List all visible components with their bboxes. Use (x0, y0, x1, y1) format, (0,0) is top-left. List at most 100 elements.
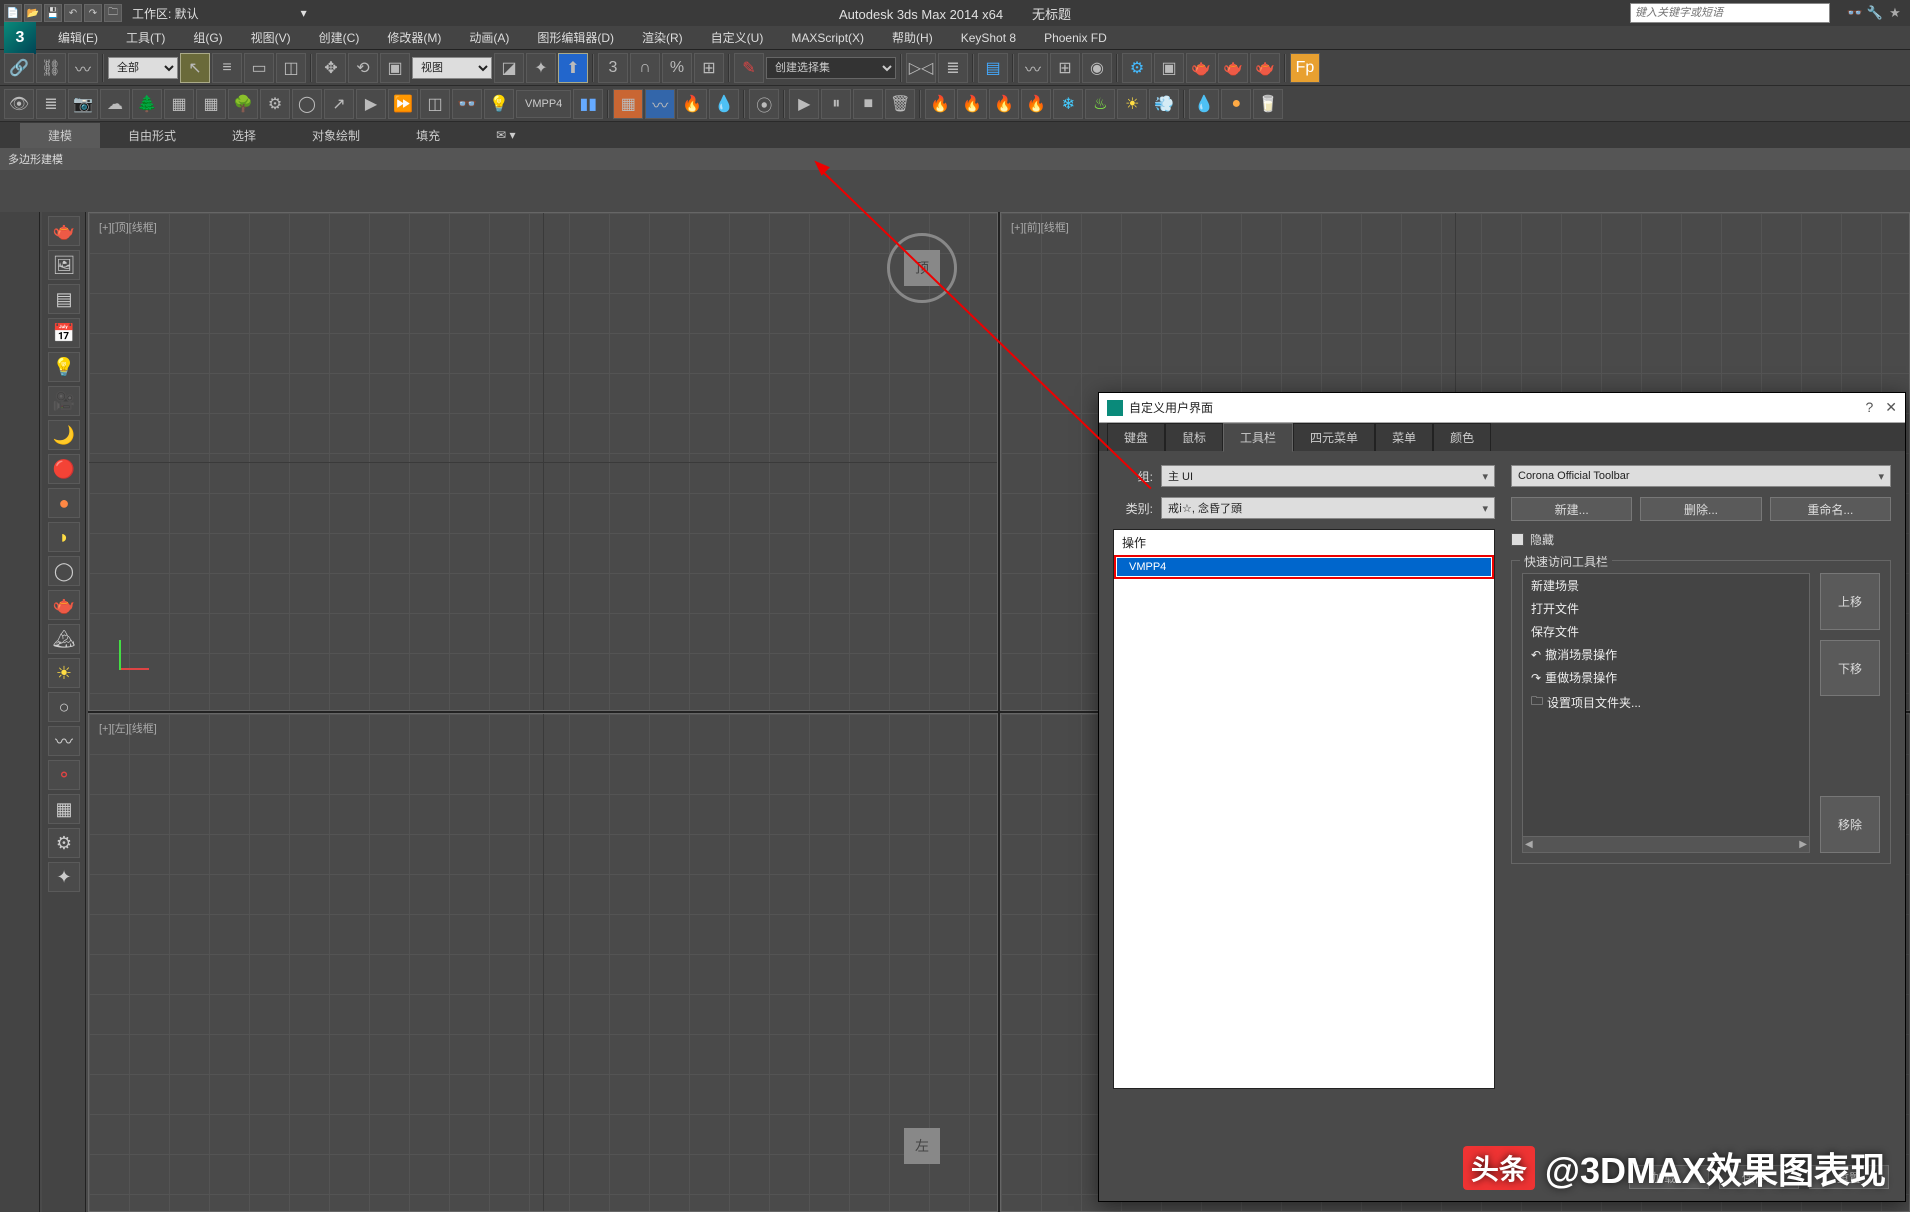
menu-render[interactable]: 渲染(R) (628, 25, 697, 50)
px-water-icon[interactable]: 💧 (709, 89, 739, 119)
remove-button[interactable]: 移除 (1820, 796, 1880, 853)
lb-orange-icon[interactable]: ● (48, 488, 80, 518)
qa-item-undo[interactable]: ↶撤消场景操作 (1523, 643, 1809, 666)
move-up-button[interactable]: 上移 (1820, 573, 1880, 630)
category-combo[interactable]: 戒ⅰ☆, 念昏了頭 (1161, 497, 1495, 519)
named-selection-combo[interactable]: 创建选择集 (766, 57, 896, 79)
lb-list-icon[interactable]: ▤ (48, 284, 80, 314)
ref-coord-combo[interactable]: 视图 (412, 57, 492, 79)
qat-open-icon[interactable]: 📂 (24, 4, 42, 22)
dlg-tab-mouse[interactable]: 鼠标 (1165, 423, 1223, 451)
lb-wave-icon[interactable]: 〰 (48, 726, 80, 756)
lb-ring-icon[interactable]: ◯ (48, 556, 80, 586)
snap-3-icon[interactable]: 3 (598, 53, 628, 83)
qat-new-icon[interactable]: 📄 (4, 4, 22, 22)
r2-layout-icon[interactable]: ◫ (420, 89, 450, 119)
dialog-close-icon[interactable]: ✕ (1885, 399, 1897, 416)
qa-item-redo[interactable]: ↷重做场景操作 (1523, 666, 1809, 689)
qa-item-new[interactable]: 新建场景 (1523, 574, 1809, 597)
r2-grid1-icon[interactable]: ▦ (164, 89, 194, 119)
r2-grid2-icon[interactable]: ▦ (196, 89, 226, 119)
lb-calendar-icon[interactable]: 📅 (48, 318, 80, 348)
r2-export-icon[interactable]: ↗ (324, 89, 354, 119)
px-p2-icon[interactable]: 🔥 (957, 89, 987, 119)
r2-cloud-icon[interactable]: ☁ (100, 89, 130, 119)
px-p1-icon[interactable]: 🔥 (925, 89, 955, 119)
rendered-frame-icon[interactable]: ▣ (1154, 53, 1184, 83)
viewcube-left-face[interactable]: 左 (904, 1128, 940, 1164)
ribbon-tab-mail-icon[interactable]: ✉ ▾ (468, 124, 543, 146)
px-p7-icon[interactable]: ☀ (1117, 89, 1147, 119)
menu-edit[interactable]: 编辑(E) (44, 25, 112, 50)
workspace-dropdown-icon[interactable]: ▾ (301, 6, 307, 20)
viewport-front-label[interactable]: [+][前][线框] (1011, 219, 1069, 235)
dialog-help-icon[interactable]: ? (1865, 399, 1873, 416)
action-listbox[interactable]: 操作 VMPP4 (1113, 529, 1495, 1089)
lb-balls-icon[interactable]: ⚬ (48, 760, 80, 790)
load-button[interactable]: 加载... (1629, 1165, 1709, 1189)
menu-tools[interactable]: 工具(T) (112, 25, 179, 50)
menu-create[interactable]: 创建(C) (305, 25, 374, 50)
px-p4-icon[interactable]: 🔥 (1021, 89, 1051, 119)
px-wave-icon[interactable]: 〰 (645, 89, 675, 119)
lb-burst-icon[interactable]: ✦ (48, 862, 80, 892)
workspace-label[interactable]: 工作区: 默认 (132, 5, 199, 22)
curve-editor-icon[interactable]: 〰 (1018, 53, 1048, 83)
px-glass-icon[interactable]: 🥛 (1253, 89, 1283, 119)
binoculars-icon[interactable]: 👓 (1846, 4, 1864, 22)
scale-icon[interactable]: ▣ (380, 53, 410, 83)
app-icon[interactable]: 3 (4, 22, 36, 54)
select-icon[interactable]: ↖ (180, 53, 210, 83)
lb-dome-icon[interactable]: ◗ (48, 522, 80, 552)
qat-undo-icon[interactable]: ↶ (64, 4, 82, 22)
menu-group[interactable]: 组(G) (179, 25, 236, 50)
help-search-input[interactable] (1630, 3, 1830, 23)
r2-bulb-icon[interactable]: 💡 (484, 89, 514, 119)
px-particles-icon[interactable]: ⦿ (749, 89, 779, 119)
lb-circle2-icon[interactable]: ○ (48, 692, 80, 722)
teapot2-icon[interactable]: 🫖 (1218, 53, 1248, 83)
viewport-top[interactable]: [+][顶][线框] 顶 (88, 212, 998, 711)
r2-tree2-icon[interactable]: 🌳 (228, 89, 258, 119)
dlg-tab-color[interactable]: 颜色 (1433, 423, 1491, 451)
px-sim-pause-icon[interactable]: ⏸ (821, 89, 851, 119)
px-fire-icon[interactable]: 🔥 (677, 89, 707, 119)
bind-icon[interactable]: 〰 (68, 53, 98, 83)
viewcube-face[interactable]: 顶 (904, 250, 940, 286)
px-box-icon[interactable]: ▦ (613, 89, 643, 119)
dlg-tab-menu[interactable]: 菜单 (1375, 423, 1433, 451)
r2-trees-icon[interactable]: 🌲 (132, 89, 162, 119)
qat-project-icon[interactable]: 🗀 (104, 4, 122, 22)
viewport-top-label[interactable]: [+][顶][线框] (99, 219, 157, 235)
snap-toggle-icon[interactable]: ⬆ (558, 53, 588, 83)
r2-camera-icon[interactable]: 📷 (68, 89, 98, 119)
move-icon[interactable]: ✥ (316, 53, 346, 83)
lb-grid-icon[interactable]: ▦ (48, 794, 80, 824)
viewcube-left[interactable]: 左 (887, 1111, 957, 1181)
angle-snap-icon[interactable]: ∩ (630, 53, 660, 83)
teapot3-icon[interactable]: 🫖 (1250, 53, 1280, 83)
px-sphere-icon[interactable]: ● (1221, 89, 1251, 119)
menu-animation[interactable]: 动画(A) (455, 25, 523, 50)
menu-help[interactable]: 帮助(H) (878, 25, 947, 50)
save-button[interactable]: 保存... (1719, 1165, 1799, 1189)
rotate-icon[interactable]: ⟲ (348, 53, 378, 83)
r2-stack-icon[interactable]: ≣ (36, 89, 66, 119)
r2-glasses-icon[interactable]: 👓 (452, 89, 482, 119)
ribbon-panel-label[interactable]: 多边形建模 (0, 148, 1910, 170)
viewcube-top[interactable]: 顶 (887, 233, 957, 303)
lb-camera-icon[interactable]: 🎥 (48, 386, 80, 416)
manipulate-icon[interactable]: ✦ (526, 53, 556, 83)
r2-play-icon[interactable]: ▶ (356, 89, 386, 119)
r2-gear-icon[interactable]: ⚙ (260, 89, 290, 119)
group-combo[interactable]: 主 UI (1161, 465, 1495, 487)
r2-doubleplay-icon[interactable]: ⏩ (388, 89, 418, 119)
px-p3-icon[interactable]: 🔥 (989, 89, 1019, 119)
ribbon-tab-modeling[interactable]: 建模 (20, 123, 100, 148)
move-down-button[interactable]: 下移 (1820, 640, 1880, 697)
spinner-snap-icon[interactable]: ⊞ (694, 53, 724, 83)
unlink-icon[interactable]: ⛓ (36, 53, 66, 83)
select-name-icon[interactable]: ≡ (212, 53, 242, 83)
qa-listbox[interactable]: 新建场景 打开文件 保存文件 ↶撤消场景操作 ↷重做场景操作 🗀设置项目文件夹.… (1522, 573, 1810, 853)
ribbon-tab-freeform[interactable]: 自由形式 (100, 123, 204, 148)
